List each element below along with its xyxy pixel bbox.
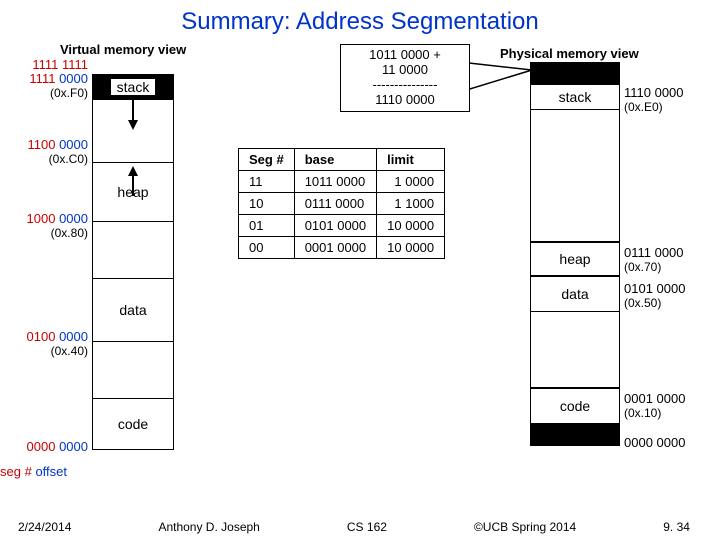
vmem-stack-block: stack xyxy=(111,79,156,95)
paddr-bin: 1110 0000 xyxy=(624,85,684,100)
pmem-data-block: data xyxy=(530,276,620,312)
table-row: 111011 00001 0000 xyxy=(239,171,445,193)
paddr-bin: 0101 0000 xyxy=(624,281,685,296)
pmem-code-block: code xyxy=(530,388,620,424)
paddr-hex: (0x.10) xyxy=(624,406,661,420)
vaddr-label: 1000 0000(0x.80) xyxy=(3,212,88,241)
addition-callout: 1011 0000 + 11 0000 --------------- 1110… xyxy=(340,44,470,112)
footer-slide-number: 9. 34 xyxy=(663,520,690,534)
segment-table: Seg # base limit 111011 00001 0000 10011… xyxy=(238,148,445,259)
diagram-area: Virtual memory view stack heap data code… xyxy=(0,40,720,520)
table-row: 000001 000010 0000 xyxy=(239,237,445,259)
paddr-hex: (0x.E0) xyxy=(624,100,663,114)
col-base: base xyxy=(294,149,376,171)
paddr-label: 0111 0000(0x.70) xyxy=(624,246,719,273)
paddr-hex: (0x.70) xyxy=(624,260,661,274)
paddr-label: 0001 0000(0x.10) xyxy=(624,392,719,419)
paddr-bin: 0111 0000 xyxy=(624,245,684,260)
paddr-label: 1110 0000(0x.E0) xyxy=(624,86,719,113)
paddr-bin: 0001 0000 xyxy=(624,391,685,406)
seg-label: seg # xyxy=(0,464,32,479)
table-row: 100111 00001 1000 xyxy=(239,193,445,215)
col-limit: limit xyxy=(377,149,445,171)
footer-copyright: ©UCB Spring 2014 xyxy=(474,520,576,534)
vaddr-label: 0100 0000(0x.40) xyxy=(3,330,88,359)
offset-label: offset xyxy=(35,464,67,479)
table-header-row: Seg # base limit xyxy=(239,149,445,171)
seg-offset-legend: seg # offset xyxy=(0,464,67,479)
slide-footer: 2/24/2014 Anthony D. Joseph CS 162 ©UCB … xyxy=(0,520,720,534)
arrow-up-icon xyxy=(126,166,140,196)
vaddr-hex: (0x.80) xyxy=(51,226,88,240)
callout-line: --------------- xyxy=(345,78,465,93)
vaddr-bin: 1111 1111 xyxy=(32,57,88,72)
col-seg: Seg # xyxy=(239,149,295,171)
callout-line: 1110 0000 xyxy=(345,93,465,108)
vaddr-label: 1111 0000(0x.F0) xyxy=(3,72,88,101)
footer-course: CS 162 xyxy=(347,520,387,534)
pmem-column: stack heap data code xyxy=(530,62,620,446)
paddr-label: 0000 0000 xyxy=(624,436,719,450)
paddr-hex: (0x.50) xyxy=(624,296,661,310)
vaddr-label: 0000 0000 xyxy=(3,440,88,454)
footer-date: 2/24/2014 xyxy=(18,520,71,534)
pmem-heap-block: heap xyxy=(530,242,620,276)
vaddr-hex: (0x.40) xyxy=(51,344,88,358)
vaddr-label: 1100 0000(0x.C0) xyxy=(3,138,88,167)
vmem-code-block: code xyxy=(92,398,174,450)
callout-line: 11 0000 xyxy=(345,63,465,78)
vmem-data-block: data xyxy=(92,278,174,342)
table-row: 010101 000010 0000 xyxy=(239,215,445,237)
pmem-stack-block: stack xyxy=(530,84,620,110)
footer-author: Anthony D. Joseph xyxy=(158,520,259,534)
paddr-label: 0101 0000(0x.50) xyxy=(624,282,719,309)
vmem-heading: Virtual memory view xyxy=(60,42,186,57)
callout-line: 1011 0000 + xyxy=(345,48,465,63)
vmem-column: stack heap data code xyxy=(92,74,174,450)
page-title: Summary: Address Segmentation xyxy=(0,0,720,40)
vaddr-hex: (0x.C0) xyxy=(49,152,88,166)
arrow-down-icon xyxy=(126,100,140,130)
